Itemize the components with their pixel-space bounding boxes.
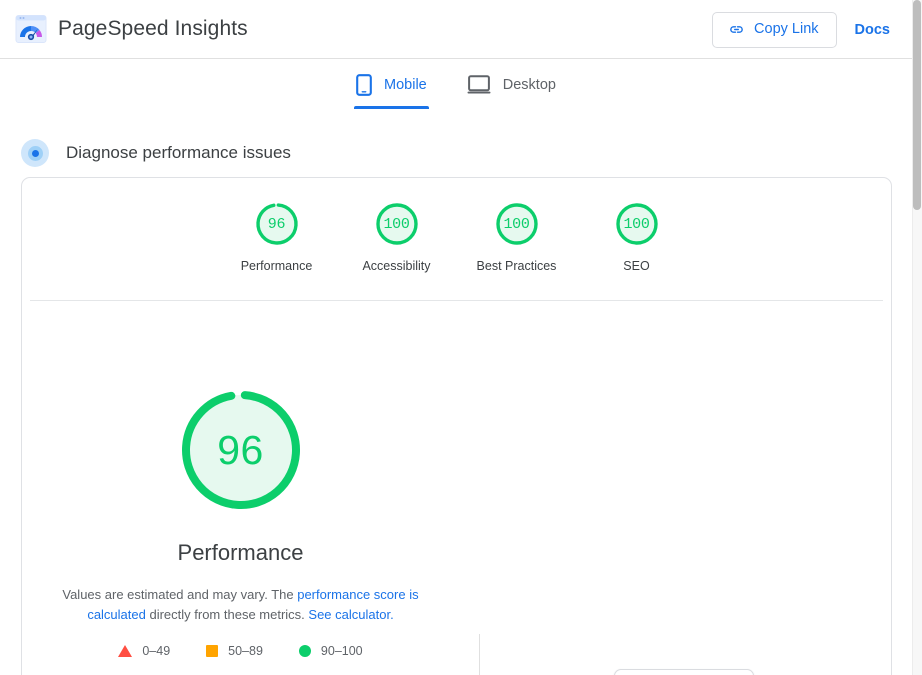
circle-icon bbox=[298, 645, 311, 657]
link-icon bbox=[730, 26, 743, 33]
legend-item-good: 90–100 bbox=[298, 644, 363, 658]
desktop-monitor-icon bbox=[467, 74, 491, 93]
mobile-phone-icon bbox=[356, 73, 372, 96]
tab-active-underline bbox=[354, 106, 429, 109]
score-item-seo[interactable]: 100 SEO bbox=[577, 200, 697, 273]
app-header: PageSpeed Insights Copy Link Docs bbox=[0, 0, 912, 59]
tab-mobile[interactable]: Mobile bbox=[336, 60, 447, 109]
gauge-performance-value: 96 bbox=[267, 215, 286, 233]
header-actions: Copy Link Docs bbox=[712, 0, 890, 59]
score-label-seo: SEO bbox=[623, 259, 650, 273]
pagespeed-gauge-icon bbox=[15, 15, 47, 43]
form-factor-tabs: Mobile Desktop bbox=[0, 60, 912, 111]
score-item-performance[interactable]: 96 Performance bbox=[217, 200, 337, 273]
vertical-divider bbox=[479, 634, 480, 675]
performance-note-part2: directly from these metrics. bbox=[145, 607, 309, 622]
score-item-best-practices[interactable]: 100 Best Practices bbox=[457, 200, 577, 273]
gauge-accessibility: 100 bbox=[373, 200, 421, 248]
gauge-seo: 100 bbox=[613, 200, 661, 248]
gauge-best-practices-value: 100 bbox=[503, 215, 530, 233]
docs-link[interactable]: Docs bbox=[855, 22, 890, 38]
gauge-accessibility-value: 100 bbox=[383, 215, 410, 233]
copy-link-button[interactable]: Copy Link bbox=[712, 11, 837, 48]
legend-label-average: 50–89 bbox=[228, 644, 263, 658]
brand[interactable]: PageSpeed Insights bbox=[15, 14, 248, 44]
performance-summary: 96 Performance Values are estimated and … bbox=[22, 301, 459, 658]
lighthouse-dot-center bbox=[31, 149, 39, 157]
copy-link-label: Copy Link bbox=[754, 21, 819, 38]
see-calculator-link[interactable]: See calculator. bbox=[308, 607, 393, 622]
legend-label-good: 90–100 bbox=[320, 644, 363, 658]
triangle-icon bbox=[118, 645, 133, 657]
legend-label-poor: 0–49 bbox=[142, 644, 171, 658]
score-label-accessibility: Accessibility bbox=[362, 259, 431, 273]
legend-item-poor: 0–49 bbox=[118, 644, 170, 658]
gauge-performance-large: 96 bbox=[176, 385, 306, 515]
score-label-best-practices: Best Practices bbox=[476, 259, 557, 273]
lighthouse-dot-icon bbox=[21, 139, 49, 167]
page-scrollbar-track[interactable] bbox=[912, 0, 922, 675]
page-scrollbar-thumb[interactable] bbox=[913, 0, 921, 210]
legend-item-average: 50–89 bbox=[206, 644, 263, 658]
tab-desktop-label: Desktop bbox=[502, 76, 556, 93]
performance-note: Values are estimated and may vary. The p… bbox=[41, 585, 441, 625]
lighthouse-dot-inner-ring bbox=[27, 145, 43, 161]
pagespeed-insights-page: PageSpeed Insights Copy Link Docs Mobile bbox=[0, 0, 922, 675]
performance-note-part1: Values are estimated and may vary. The bbox=[62, 587, 298, 602]
score-label-performance: Performance bbox=[240, 259, 313, 273]
category-score-strip: 96 Performance 100 Accessibility 100 Bes… bbox=[22, 178, 891, 300]
gauge-best-practices: 100 bbox=[493, 200, 541, 248]
phone-frame: <> Built to Rank Designed to Convert bbox=[614, 669, 754, 675]
tab-desktop[interactable]: Desktop bbox=[447, 60, 576, 109]
square-icon bbox=[206, 645, 219, 657]
gauge-performance: 96 bbox=[253, 200, 301, 248]
tab-mobile-label: Mobile bbox=[384, 76, 427, 93]
diagnose-title: Diagnose performance issues bbox=[66, 143, 291, 162]
app-title: PageSpeed Insights bbox=[58, 17, 248, 40]
performance-heading: Performance bbox=[177, 540, 304, 565]
gauge-seo-value: 100 bbox=[623, 215, 650, 233]
performance-section: 96 Performance Values are estimated and … bbox=[22, 301, 891, 675]
final-screenshot-preview[interactable]: <> Built to Rank Designed to Convert bbox=[614, 669, 754, 675]
diagnose-performance-issues-row[interactable]: Diagnose performance issues bbox=[21, 139, 291, 167]
lighthouse-report-card: 96 Performance 100 Accessibility 100 Bes… bbox=[21, 177, 892, 675]
score-item-accessibility[interactable]: 100 Accessibility bbox=[337, 200, 457, 273]
score-legend: 0–49 50–89 90–100 bbox=[118, 644, 363, 658]
gauge-performance-large-value: 96 bbox=[217, 426, 264, 473]
